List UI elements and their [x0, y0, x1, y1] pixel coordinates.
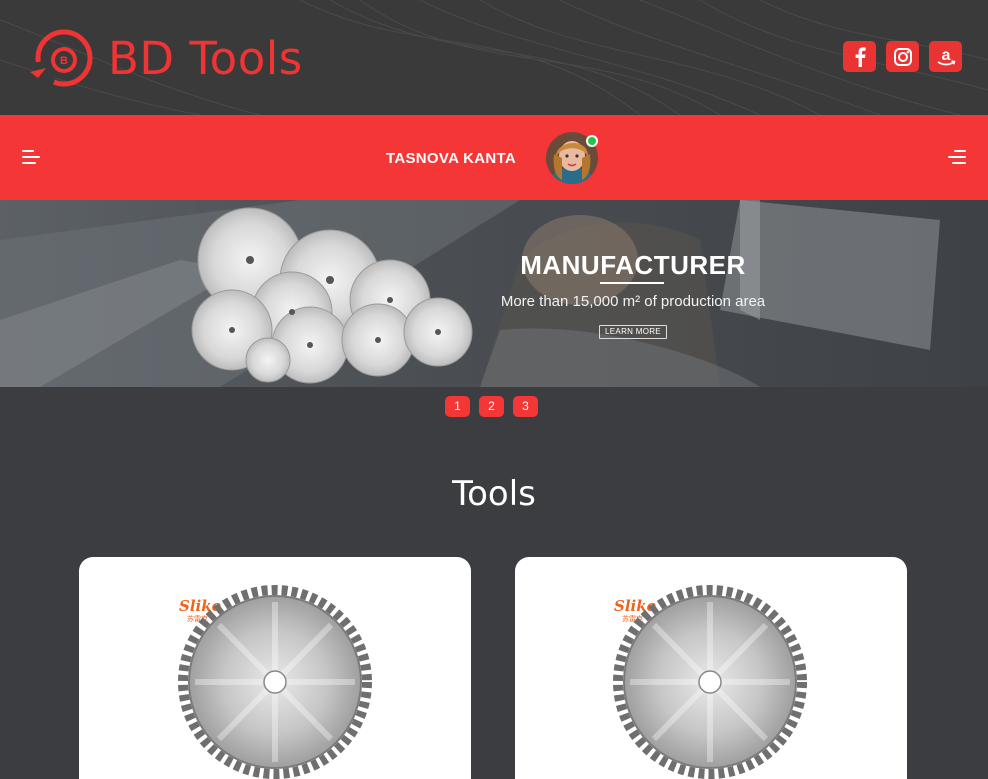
instagram-icon[interactable]	[886, 41, 919, 72]
site-logo[interactable]: B BD Tools	[24, 28, 303, 88]
slide-2-button[interactable]: 2	[479, 396, 504, 417]
user-name: TASNOVA KANTA	[386, 150, 517, 167]
hero-subtitle: More than 15,000 m² of production area	[500, 293, 766, 310]
slide-1-button[interactable]: 1	[445, 396, 470, 417]
facebook-icon[interactable]	[843, 41, 876, 72]
slider-pagination: 1 2 3	[445, 396, 538, 417]
online-status-indicator	[586, 135, 598, 147]
hero-title: MANUFACTURER	[520, 250, 746, 280]
right-menu-icon[interactable]	[948, 150, 966, 164]
hero-title-underline	[600, 282, 664, 284]
section-title: Tools	[452, 474, 536, 514]
saw-blade-image	[613, 585, 807, 779]
hero-slide: MANUFACTURER More than 15,000 m² of prod…	[0, 200, 988, 387]
learn-more-button[interactable]: LEARN MORE	[599, 325, 667, 339]
amazon-icon[interactable]: a	[929, 41, 962, 72]
site-header: B BD Tools a	[0, 0, 988, 115]
logo-text: BD Tools	[108, 31, 303, 85]
logo-icon: B	[24, 28, 96, 88]
social-links: a	[843, 41, 962, 72]
product-card[interactable]: Slike 苏雷克	[79, 557, 471, 779]
svg-text:a: a	[941, 47, 950, 64]
product-card[interactable]: Slike 苏雷克	[515, 557, 907, 779]
slide-3-button[interactable]: 3	[513, 396, 538, 417]
user-navbar: TASNOVA KANTA	[0, 115, 988, 200]
saw-blade-image	[178, 585, 372, 779]
logo-letter: B	[60, 55, 68, 67]
left-menu-icon[interactable]	[22, 150, 40, 164]
